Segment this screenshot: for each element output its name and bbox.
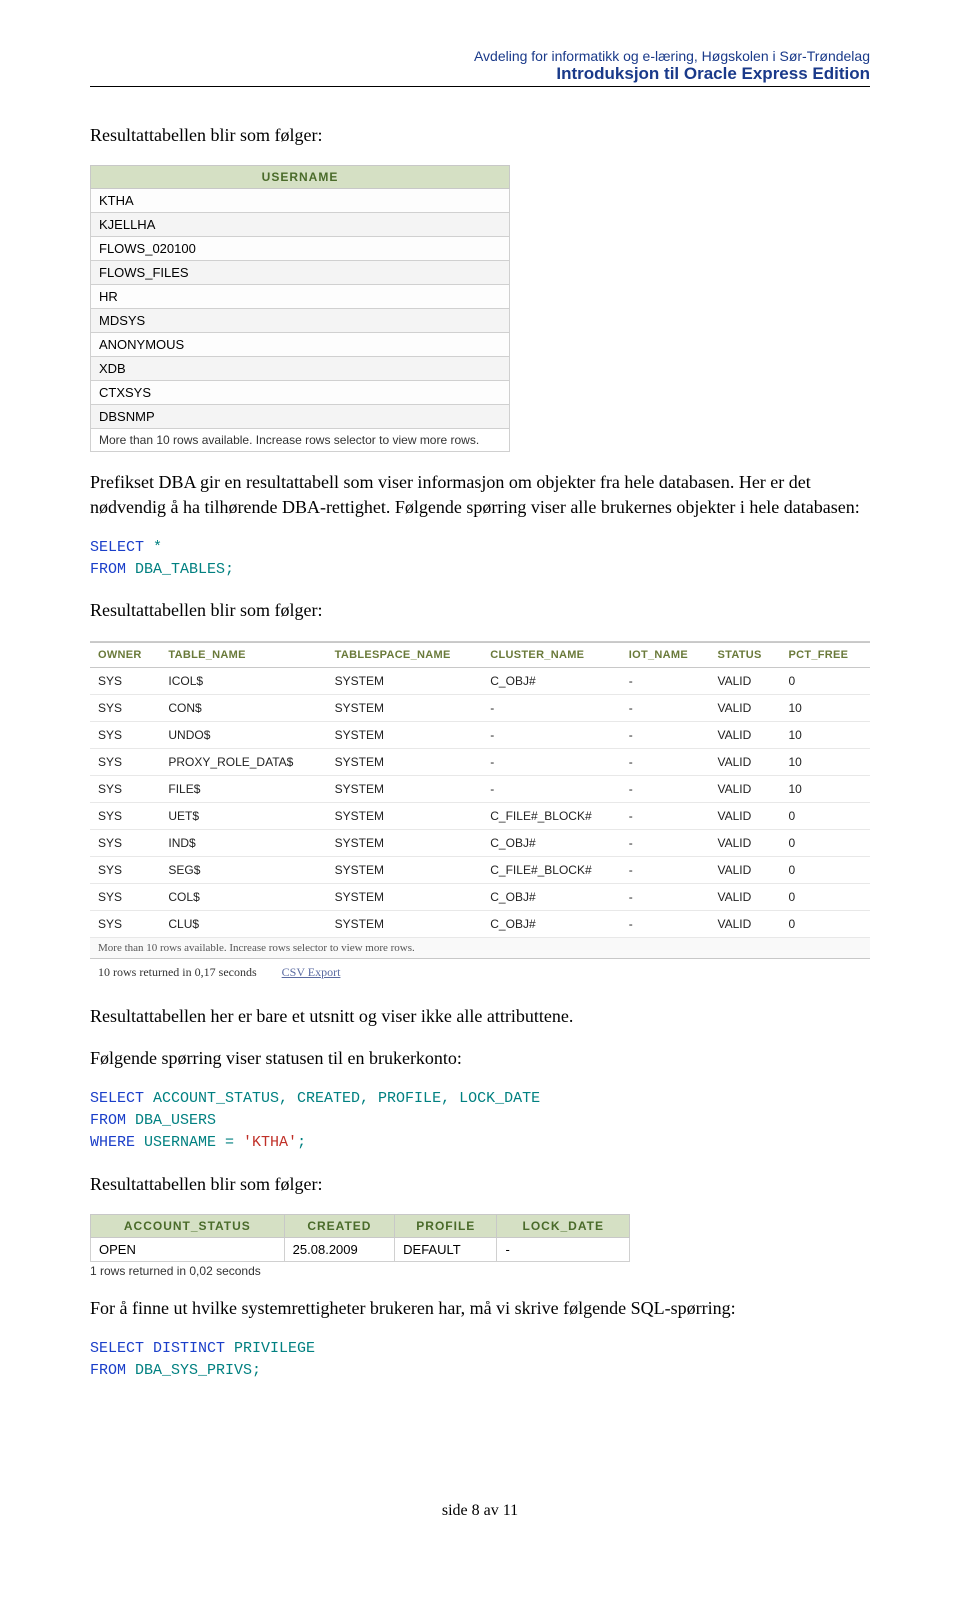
paragraph-2: Prefikset DBA gir en resultattabell som … [90, 470, 870, 519]
shot-col-header: STATUS [710, 642, 781, 667]
t3-header: ACCOUNT_STATUS [91, 1214, 285, 1237]
username-cell: HR [91, 285, 510, 309]
table-row: SYSICOL$SYSTEMC_OBJ#-VALID0 [90, 667, 870, 694]
code-block-3: SELECT DISTINCT PRIVILEGE FROM DBA_SYS_P… [90, 1338, 870, 1382]
shot-col-header: OWNER [90, 642, 160, 667]
table-row: SYSCLU$SYSTEMC_OBJ#-VALID0 [90, 910, 870, 937]
shot-col-header: TABLE_NAME [160, 642, 326, 667]
username-cell: MDSYS [91, 309, 510, 333]
table-row: SYSSEG$SYSTEMC_FILE#_BLOCK#-VALID0 [90, 856, 870, 883]
code-block-2: SELECT ACCOUNT_STATUS, CREATED, PROFILE,… [90, 1088, 870, 1153]
table-row: SYSUNDO$SYSTEM--VALID10 [90, 721, 870, 748]
t3-header: PROFILE [395, 1214, 497, 1237]
paragraph-1: Resultattabellen blir som følger: [90, 123, 870, 147]
table-row: SYSCOL$SYSTEMC_OBJ#-VALID0 [90, 883, 870, 910]
dba-tables-screenshot: OWNERTABLE_NAMETABLESPACE_NAMECLUSTER_NA… [90, 641, 870, 986]
username-note: More than 10 rows available. Increase ro… [91, 429, 510, 452]
header-line2: Introduksjon til Oracle Express Edition [90, 64, 870, 84]
username-cell: DBSNMP [91, 405, 510, 429]
code-block-1: SELECT * FROM DBA_TABLES; [90, 537, 870, 581]
shot-col-header: TABLESPACE_NAME [327, 642, 483, 667]
shot-note2: 10 rows returned in 0,17 seconds [98, 965, 257, 979]
username-cell: ANONYMOUS [91, 333, 510, 357]
shot-col-header: PCT_FREE [780, 642, 870, 667]
paragraph-5: Følgende spørring viser statusen til en … [90, 1046, 870, 1070]
username-cell: CTXSYS [91, 381, 510, 405]
username-table: USERNAME KTHAKJELLHAFLOWS_020100FLOWS_FI… [90, 165, 510, 452]
table-row: SYSPROXY_ROLE_DATA$SYSTEM--VALID10 [90, 748, 870, 775]
username-cell: KTHA [91, 189, 510, 213]
paragraph-6: Resultattabellen blir som følger: [90, 1172, 870, 1196]
table-row: SYSCON$SYSTEM--VALID10 [90, 694, 870, 721]
table-row: SYSFILE$SYSTEM--VALID10 [90, 775, 870, 802]
t3-header: LOCK_DATE [497, 1214, 630, 1237]
csv-export-link[interactable]: CSV Export [282, 965, 341, 979]
t3-header: CREATED [284, 1214, 394, 1237]
page-footer: side 8 av 11 [90, 1502, 870, 1520]
shot-note1: More than 10 rows available. Increase ro… [90, 938, 870, 959]
username-header: USERNAME [91, 166, 510, 189]
table-row: SYSIND$SYSTEMC_OBJ#-VALID0 [90, 829, 870, 856]
header-line1: Avdeling for informatikk og e-læring, Hø… [90, 48, 870, 64]
account-status-note: 1 rows returned in 0,02 seconds [90, 1264, 870, 1278]
paragraph-4: Resultattabellen her er bare et utsnitt … [90, 1004, 870, 1028]
page-header: Avdeling for informatikk og e-læring, Hø… [90, 48, 870, 87]
shot-col-header: CLUSTER_NAME [482, 642, 620, 667]
table-row: SYSUET$SYSTEMC_FILE#_BLOCK#-VALID0 [90, 802, 870, 829]
paragraph-7: For å finne ut hvilke systemrettigheter … [90, 1296, 870, 1320]
shot-col-header: IOT_NAME [621, 642, 710, 667]
account-status-table: ACCOUNT_STATUSCREATEDPROFILELOCK_DATE OP… [90, 1214, 630, 1262]
paragraph-3: Resultattabellen blir som følger: [90, 598, 870, 622]
username-cell: FLOWS_020100 [91, 237, 510, 261]
username-cell: FLOWS_FILES [91, 261, 510, 285]
username-cell: KJELLHA [91, 213, 510, 237]
username-cell: XDB [91, 357, 510, 381]
